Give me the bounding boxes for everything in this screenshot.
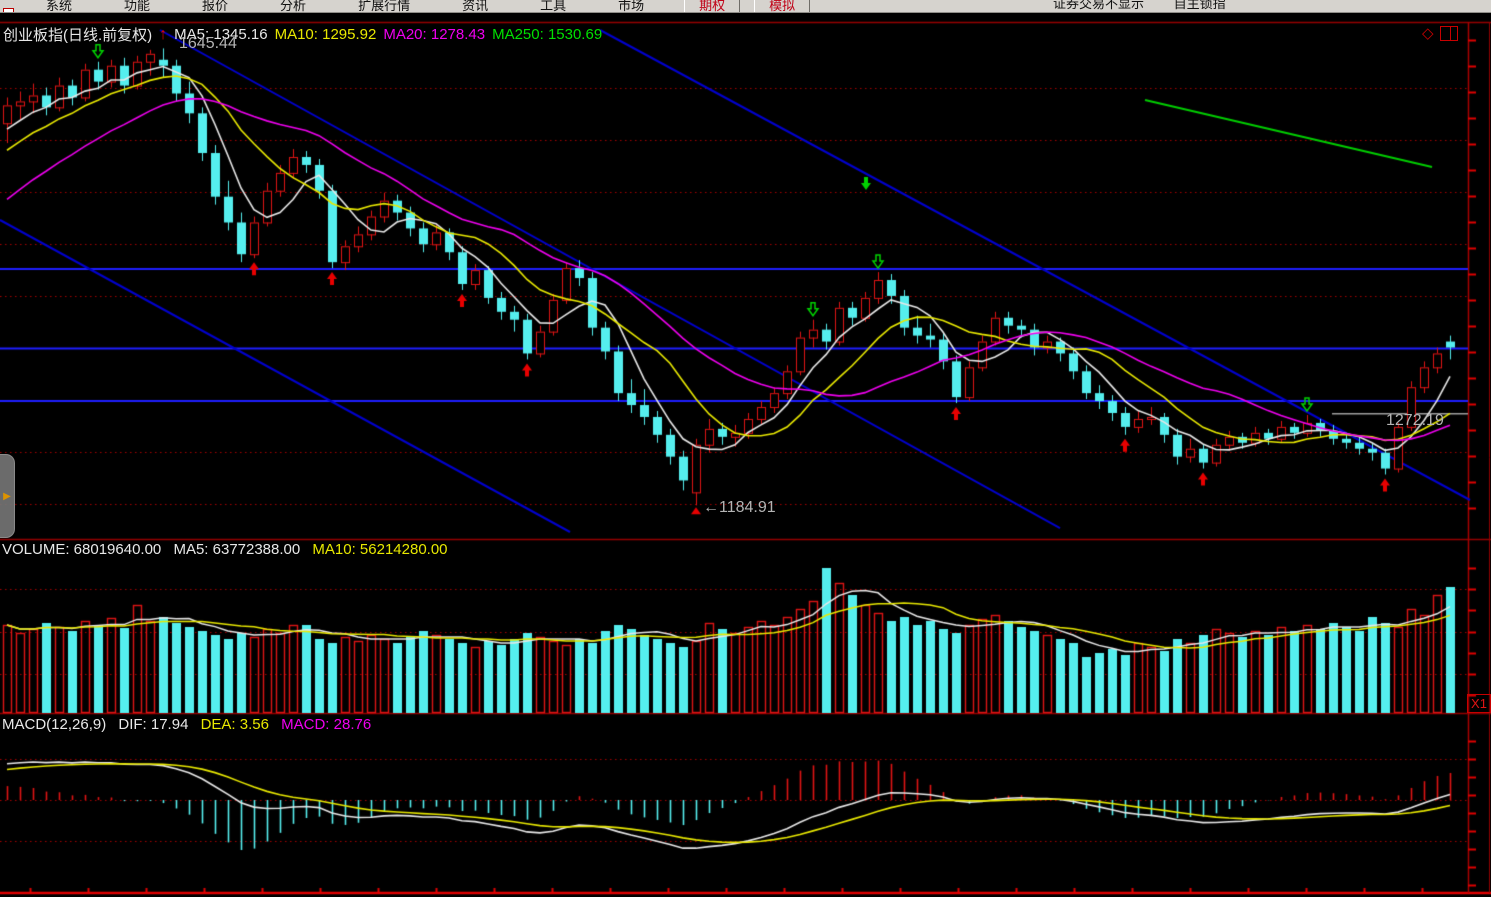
ma20-label: MA20: 1278.43 <box>383 26 485 43</box>
status-left-text: 证券交易不显示 <box>1053 0 1144 11</box>
volume-ma5-label: MA5: 63772388.00 <box>173 541 300 558</box>
split-window-icon[interactable] <box>1440 26 1458 41</box>
high-price-label: 1645.44 <box>179 35 237 53</box>
menu-status-text: 证券交易不显示 自主锁指 <box>1053 0 1252 12</box>
expand-triangle-icon: ▶ <box>3 491 11 502</box>
menu-item-quotes[interactable]: 报价 <box>176 0 254 13</box>
instrument-title[interactable]: 创业板指(日线.前复权) <box>3 24 152 45</box>
menu-item-function[interactable]: 功能 <box>98 0 176 13</box>
menu-items: 系统 功能 报价 分析 扩展行情 资讯 工具 市场 期权 模拟 <box>20 0 810 13</box>
dea-value-label: DEA: 3.56 <box>201 716 269 733</box>
chart-corner-controls: ◇ <box>1422 24 1458 42</box>
app-icon[interactable] <box>3 8 14 13</box>
sidebar-expand-tab[interactable]: ▶ <box>0 454 15 538</box>
chart-title-bar: 创业板指(日线.前复权) ↑ MA5: 1345.16 MA10: 1295.9… <box>3 24 609 45</box>
menu-item-system[interactable]: 系统 <box>20 0 98 13</box>
volume-ma10-label: MA10: 56214280.00 <box>312 541 447 558</box>
menu-item-tools[interactable]: 工具 <box>514 0 592 13</box>
volume-value-label: VOLUME: 68019640.00 <box>2 541 161 558</box>
menu-bar: 系统 功能 报价 分析 扩展行情 资讯 工具 市场 期权 模拟 证券交易不显示 … <box>0 0 1491 13</box>
last-price-label: 1272.19 <box>1386 412 1444 430</box>
volume-panel-header: VOLUME: 68019640.00 MA5: 63772388.00 MA1… <box>2 541 456 558</box>
trading-app-window: 系统 功能 报价 分析 扩展行情 资讯 工具 市场 期权 模拟 证券交易不显示 … <box>0 0 1491 897</box>
dif-value-label: DIF: 17.94 <box>118 716 188 733</box>
status-right-text: 自主锁指 <box>1174 0 1226 11</box>
chart-canvas[interactable] <box>0 0 1491 897</box>
up-arrow-icon: ↑ <box>159 26 167 44</box>
macd-value-label: MACD: 28.76 <box>281 716 371 733</box>
volume-scale-badge[interactable]: X1 <box>1467 694 1491 713</box>
macd-panel-header: MACD(12,26,9) DIF: 17.94 DEA: 3.56 MACD:… <box>2 716 379 733</box>
menu-item-news[interactable]: 资讯 <box>436 0 514 13</box>
menu-button-options[interactable]: 期权 <box>684 0 740 13</box>
menu-item-extended[interactable]: 扩展行情 <box>332 0 436 13</box>
low-price-label: ←1184.91 <box>703 499 776 517</box>
menu-item-market[interactable]: 市场 <box>592 0 670 13</box>
ma250-label: MA250: 1530.69 <box>492 26 602 43</box>
diamond-icon[interactable]: ◇ <box>1422 24 1434 42</box>
menu-button-simulate[interactable]: 模拟 <box>754 0 810 13</box>
ma10-label: MA10: 1295.92 <box>275 26 377 43</box>
menu-item-analysis[interactable]: 分析 <box>254 0 332 13</box>
macd-name-label: MACD(12,26,9) <box>2 716 106 733</box>
